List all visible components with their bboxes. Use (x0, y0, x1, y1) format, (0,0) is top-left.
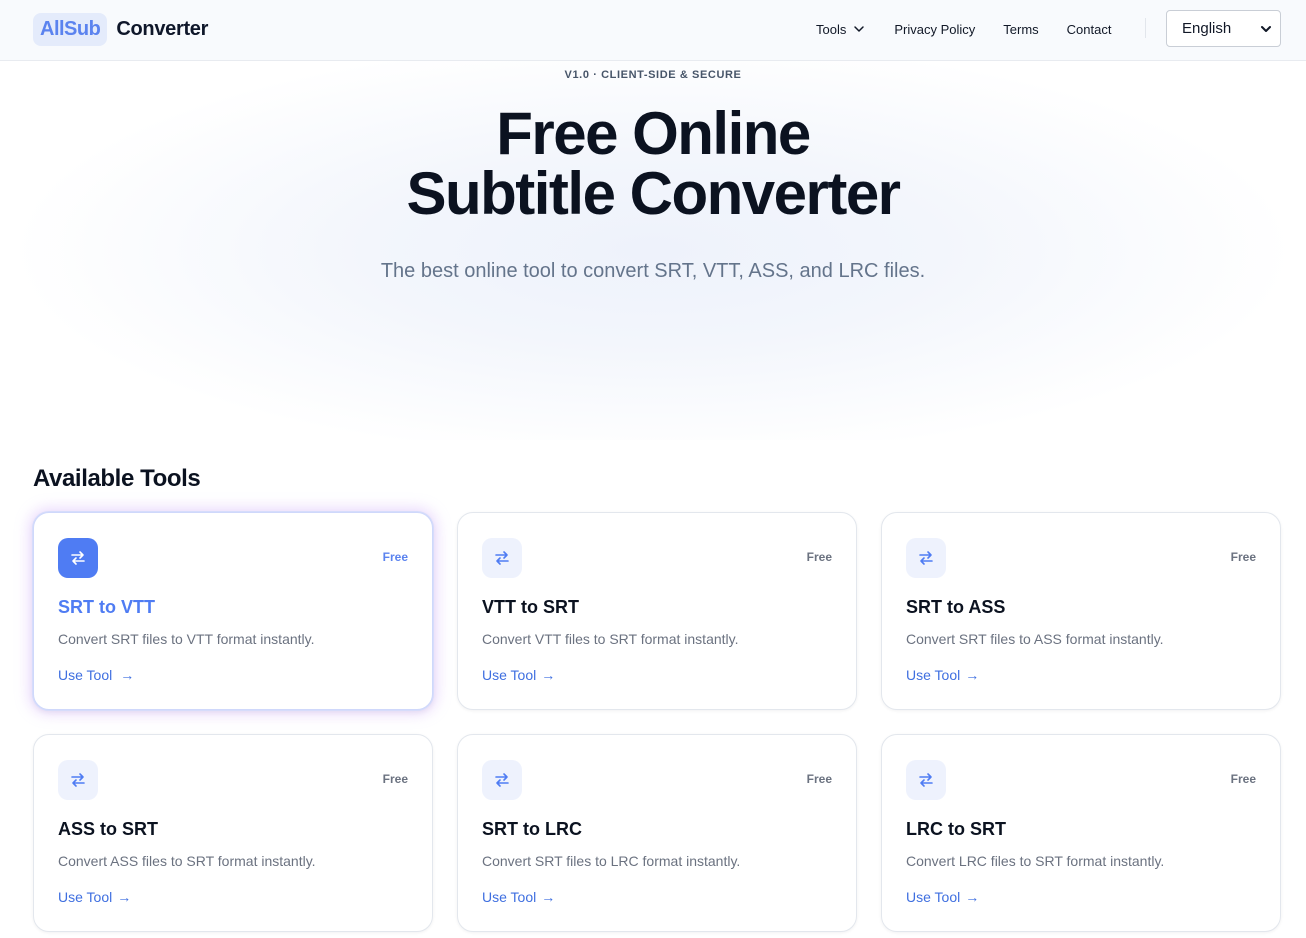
chevron-down-icon (1261, 25, 1271, 32)
tool-card-srt-to-ass[interactable]: Free SRT to ASS Convert SRT files to ASS… (881, 512, 1281, 710)
tool-card-title: LRC to SRT (906, 819, 1006, 839)
hero-version-tag: V1.0 · CLIENT-SIDE & SECURE (564, 69, 742, 81)
swap-arrows-icon (906, 538, 946, 578)
use-tool-link[interactable]: Use Tool → (906, 889, 979, 905)
logo-badge: AllSub (33, 12, 108, 46)
arrow-right-icon: → (120, 667, 135, 683)
language-select-value: English (1182, 20, 1232, 37)
nav-tools-label: Tools (816, 21, 847, 37)
use-tool-label: Use Tool (482, 889, 537, 905)
free-badge: Free (382, 772, 408, 786)
free-badge: Free (806, 550, 832, 564)
tool-card-description: Convert SRT files to VTT format instantl… (58, 631, 315, 647)
free-badge: Free (382, 550, 408, 564)
logo-text: Converter (116, 17, 209, 40)
tool-card-description: Convert ASS files to SRT format instantl… (58, 853, 316, 869)
main-nav: Tools Privacy Policy Terms Contact (816, 19, 1111, 39)
arrow-right-icon: → (965, 667, 980, 683)
use-tool-link[interactable]: Use Tool → (482, 667, 555, 683)
swap-arrows-icon (482, 760, 522, 800)
site-header: AllSub Converter Tools Privacy Policy Te… (0, 0, 1306, 61)
tool-card-description: Convert SRT files to LRC format instantl… (482, 853, 741, 869)
swap-arrows-icon (58, 538, 98, 578)
nav-divider (1145, 18, 1146, 38)
tool-card-title: VTT to SRT (482, 597, 579, 617)
tool-card-srt-to-lrc[interactable]: Free SRT to LRC Convert SRT files to LRC… (457, 734, 857, 932)
tool-card-description: Convert LRC files to SRT format instantl… (906, 853, 1165, 869)
hero-title: Free Online Subtitle Converter (0, 104, 1306, 224)
free-badge: Free (806, 772, 832, 786)
tool-card-title: SRT to ASS (906, 597, 1006, 617)
use-tool-link[interactable]: Use Tool → (482, 889, 555, 905)
language-select[interactable]: English (1166, 10, 1281, 47)
use-tool-link[interactable]: Use Tool → (58, 667, 134, 683)
use-tool-label: Use Tool (58, 667, 113, 683)
free-badge: Free (1230, 550, 1256, 564)
nav-contact-link[interactable]: Contact (1067, 22, 1112, 37)
free-badge: Free (1230, 772, 1256, 786)
nav-privacy-policy-link[interactable]: Privacy Policy (894, 22, 975, 37)
nav-tools-dropdown[interactable]: Tools (816, 22, 865, 37)
nav-terms-link[interactable]: Terms (1003, 22, 1038, 37)
tool-card-lrc-to-srt[interactable]: Free LRC to SRT Convert LRC files to SRT… (881, 734, 1281, 932)
tool-card-title: SRT to LRC (482, 819, 582, 839)
tool-card-description: Convert VTT files to SRT format instantl… (482, 631, 739, 647)
arrow-right-icon: → (541, 889, 556, 905)
hero-title-line-1: Free Online (496, 100, 811, 167)
swap-arrows-icon (58, 760, 98, 800)
swap-arrows-icon (482, 538, 522, 578)
hero-subtitle: The best online tool to convert SRT, VTT… (380, 260, 926, 282)
use-tool-link[interactable]: Use Tool → (58, 889, 131, 905)
use-tool-link[interactable]: Use Tool → (906, 667, 979, 683)
available-tools-heading: Available Tools (33, 465, 201, 492)
tool-card-description: Convert SRT files to ASS format instantl… (906, 631, 1164, 647)
use-tool-label: Use Tool (906, 889, 961, 905)
swap-arrows-icon (906, 760, 946, 800)
arrow-right-icon: → (117, 889, 132, 905)
arrow-right-icon: → (965, 889, 980, 905)
use-tool-label: Use Tool (58, 889, 113, 905)
tool-card-srt-to-vtt[interactable]: Free SRT to VTT Convert SRT files to VTT… (33, 512, 433, 710)
chevron-down-icon (854, 26, 865, 32)
use-tool-label: Use Tool (906, 667, 961, 683)
arrow-right-icon: → (541, 667, 556, 683)
tool-card-ass-to-srt[interactable]: Free ASS to SRT Convert ASS files to SRT… (33, 734, 433, 932)
use-tool-label: Use Tool (482, 667, 537, 683)
logo[interactable]: AllSub Converter (33, 11, 208, 47)
hero-title-line-2: Subtitle Converter (406, 160, 901, 227)
tool-card-title: SRT to VTT (58, 597, 155, 617)
tool-card-vtt-to-srt[interactable]: Free VTT to SRT Convert VTT files to SRT… (457, 512, 857, 710)
tool-card-title: ASS to SRT (58, 819, 159, 839)
